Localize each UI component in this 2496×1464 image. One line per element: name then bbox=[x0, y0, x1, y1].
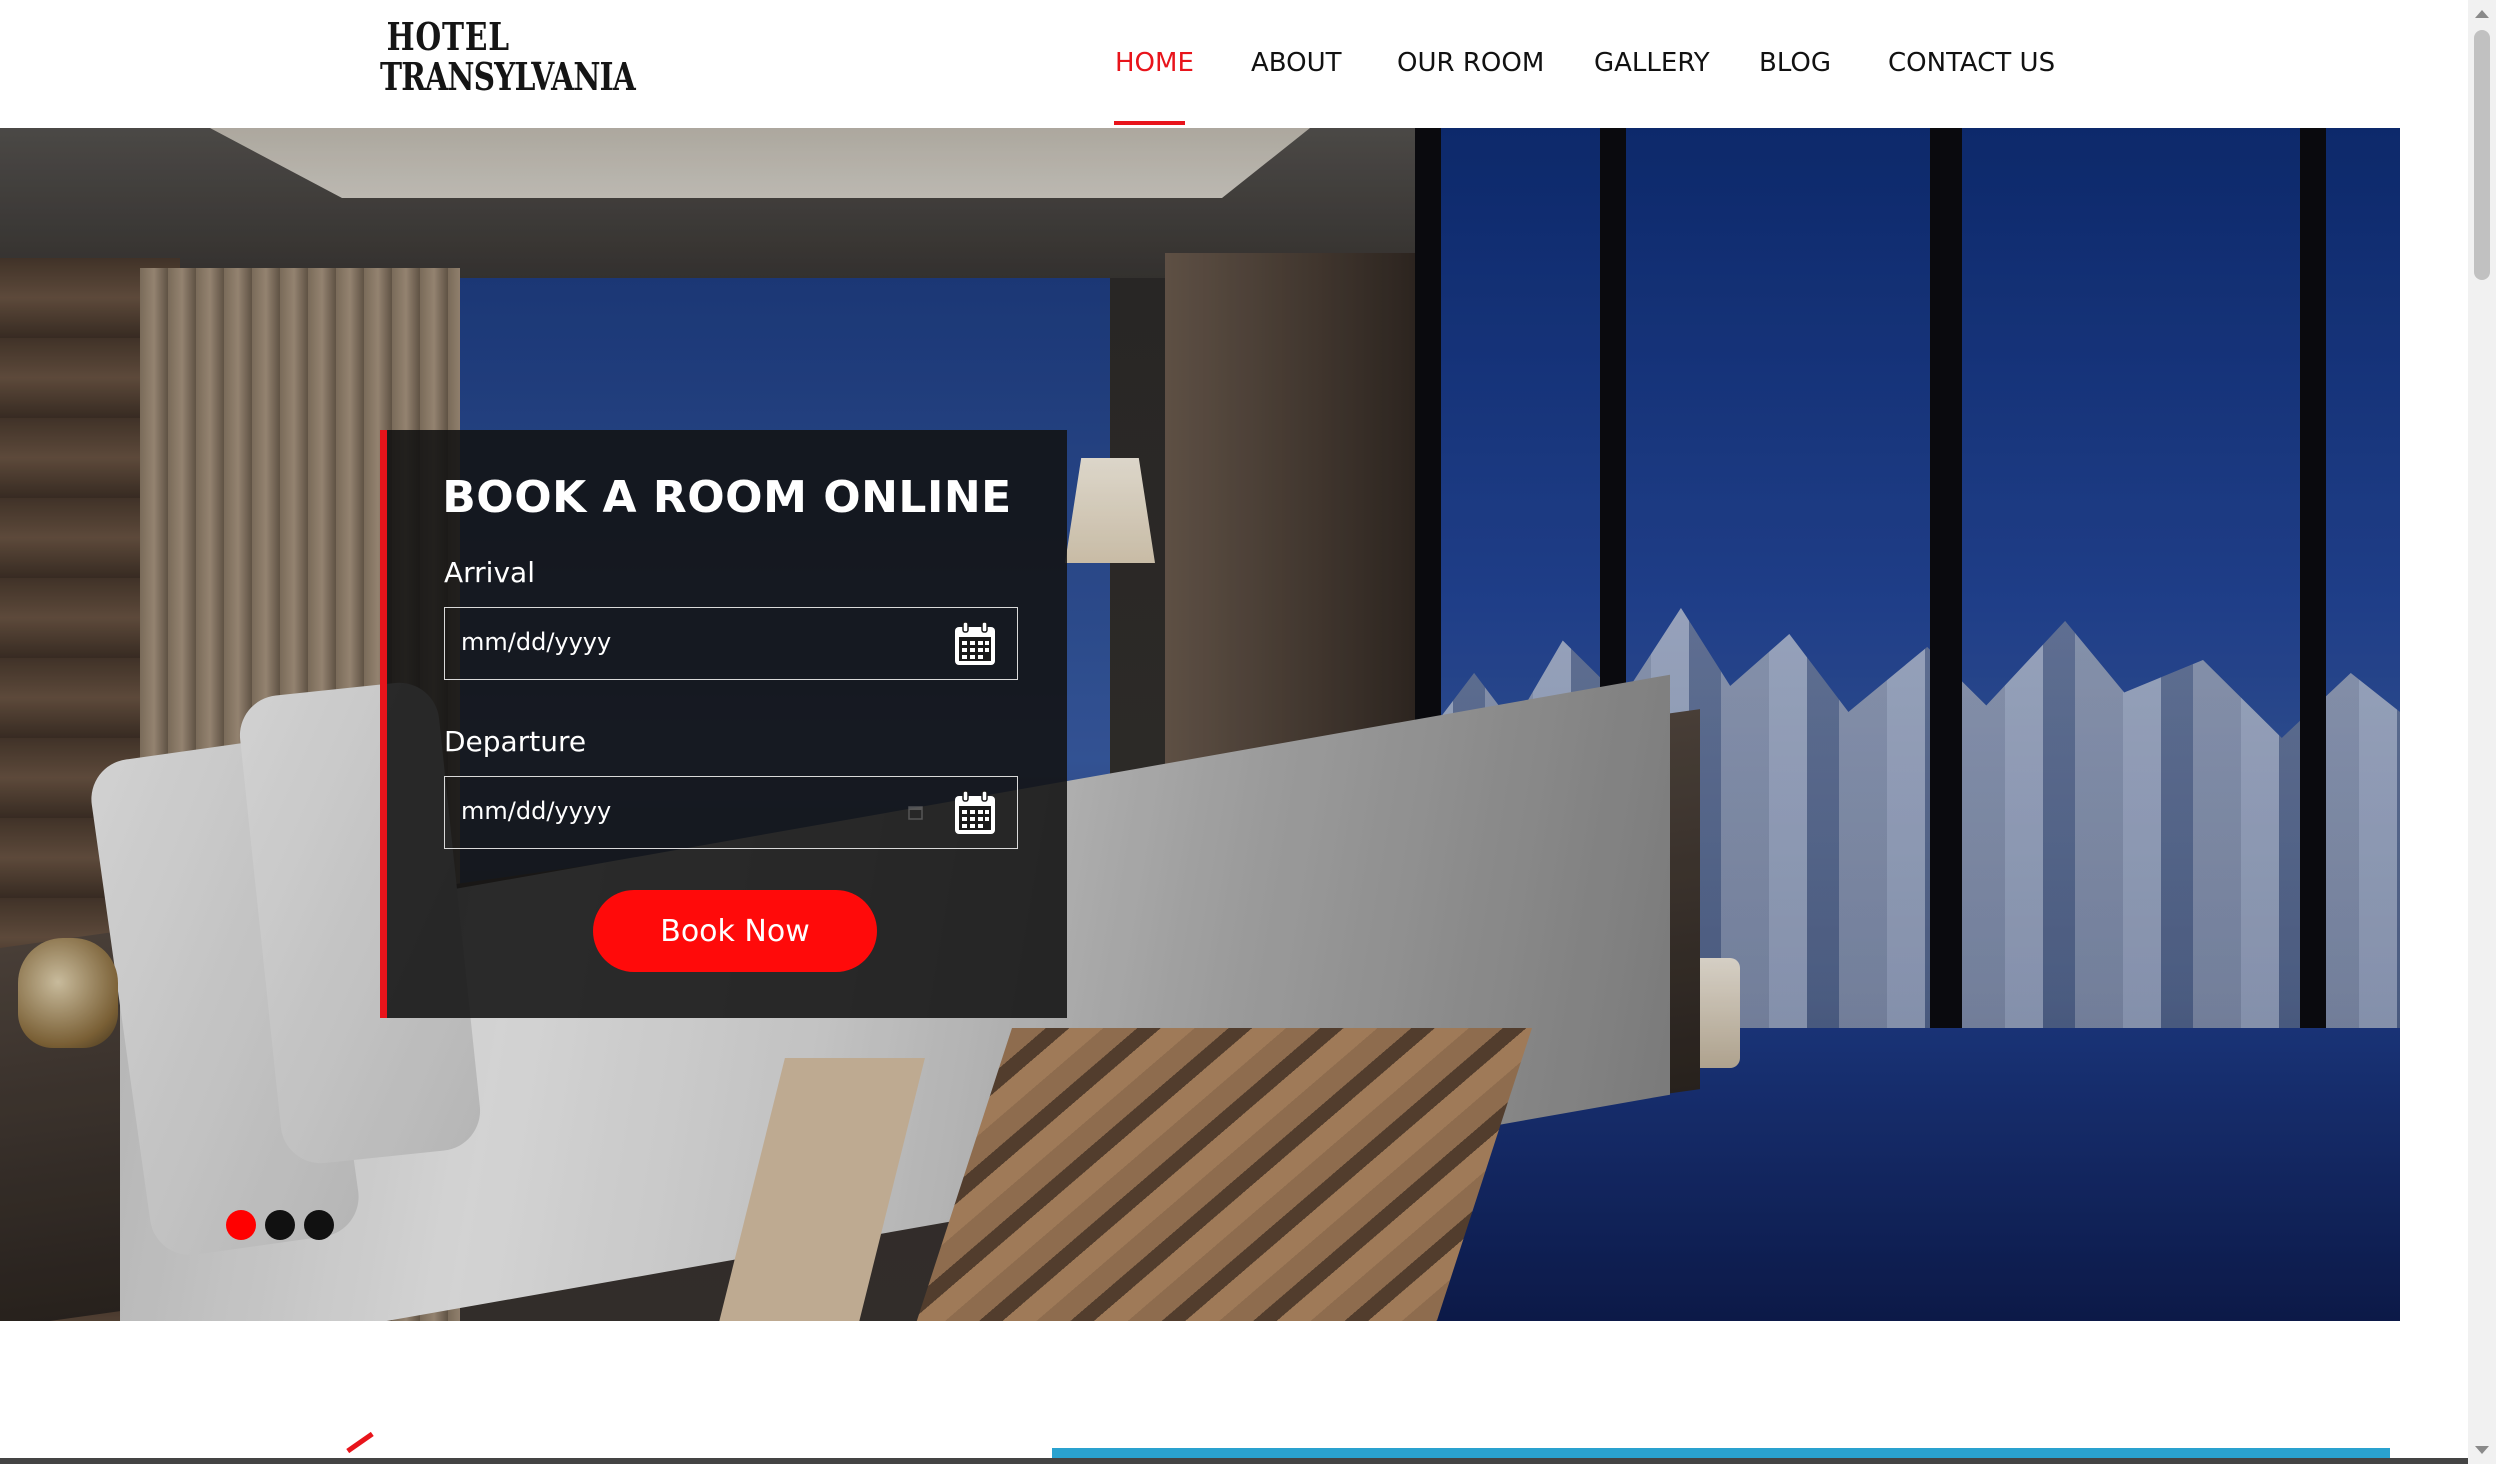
arrival-placeholder: mm/dd/yyyy bbox=[461, 628, 612, 656]
viewport-bottom-edge bbox=[0, 1458, 2468, 1464]
nav-active-underline bbox=[1114, 121, 1185, 125]
hero-overlay bbox=[0, 128, 2400, 1321]
booking-title: BOOK A ROOM ONLINE bbox=[442, 472, 1012, 523]
booking-form: BOOK A ROOM ONLINE Arrival mm/dd/yyyy De… bbox=[380, 430, 1067, 1018]
site-header: HOTEL TRANSYLVANIA HOME ABOUT OUR ROOM G… bbox=[0, 0, 2468, 127]
nav-blog[interactable]: BLOG bbox=[1759, 48, 1831, 78]
native-calendar-icon[interactable] bbox=[908, 805, 923, 820]
logo-line-2: TRANSYLVANIA bbox=[380, 54, 636, 99]
arrival-date-input[interactable]: mm/dd/yyyy bbox=[444, 607, 1018, 680]
departure-placeholder: mm/dd/yyyy bbox=[461, 797, 612, 825]
nav-contact-us[interactable]: CONTACT US bbox=[1888, 48, 2055, 78]
scroll-down-arrow-icon[interactable] bbox=[2475, 1446, 2489, 1454]
book-now-button[interactable]: Book Now bbox=[593, 890, 877, 972]
scroll-up-arrow-icon[interactable] bbox=[2475, 10, 2489, 18]
nav-about[interactable]: ABOUT bbox=[1251, 48, 1342, 78]
hotel-logo[interactable]: HOTEL TRANSYLVANIA bbox=[380, 14, 636, 102]
logo-line-1: HOTEL bbox=[386, 14, 510, 59]
calendar-icon[interactable] bbox=[953, 790, 997, 836]
hero-slider bbox=[0, 128, 2400, 1321]
slider-dot-3[interactable] bbox=[304, 1210, 334, 1240]
nav-home[interactable]: HOME bbox=[1115, 48, 1194, 78]
scrollbar-thumb[interactable] bbox=[2474, 30, 2490, 280]
departure-label: Departure bbox=[444, 725, 587, 758]
nav-our-room[interactable]: OUR ROOM bbox=[1397, 48, 1544, 78]
slider-dot-2[interactable] bbox=[265, 1210, 295, 1240]
decorative-red-accent bbox=[346, 1431, 374, 1454]
departure-date-input[interactable]: mm/dd/yyyy bbox=[444, 776, 1018, 849]
calendar-icon[interactable] bbox=[953, 621, 997, 667]
nav-gallery[interactable]: GALLERY bbox=[1594, 48, 1710, 78]
arrival-label: Arrival bbox=[444, 556, 535, 589]
page-scrollbar[interactable] bbox=[2468, 0, 2496, 1464]
slider-dot-1[interactable] bbox=[226, 1210, 256, 1240]
